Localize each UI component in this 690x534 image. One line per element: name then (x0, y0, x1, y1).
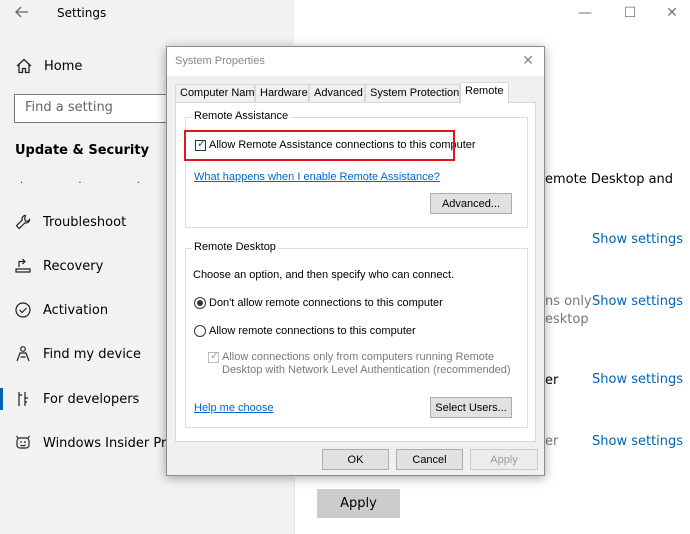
allow-remote-label[interactable]: Allow remote connections to this compute… (209, 325, 416, 337)
remote-desktop-instruction: Choose an option, and then specify who c… (193, 269, 455, 281)
help-me-choose-link[interactable]: Help me choose (194, 402, 274, 414)
show-settings-link-3[interactable]: Show settings (592, 372, 683, 387)
nav-item-windows-insider[interactable]: Windows Insider Prog (14, 432, 182, 454)
tab-system-protection[interactable]: System Protection (365, 84, 460, 103)
activation-check-icon (14, 301, 32, 319)
nav-item-label: Find my device (43, 346, 141, 362)
nav-item-find-my-device[interactable]: Find my device (14, 343, 141, 365)
nav-item-recovery[interactable]: Recovery (14, 255, 103, 277)
description-fragment-4: er (545, 434, 559, 449)
close-icon[interactable]: ✕ (664, 5, 680, 21)
show-settings-link-4[interactable]: Show settings (592, 434, 683, 449)
allow-remote-radio[interactable] (194, 325, 206, 337)
nav-item-label: Windows Insider Prog (43, 435, 183, 451)
insider-smiley-icon (14, 434, 32, 452)
tab-advanced[interactable]: Advanced (309, 84, 365, 103)
dialog-apply-button[interactable]: Apply (470, 449, 538, 470)
nav-home-label: Home (44, 58, 83, 74)
nav-item-troubleshoot[interactable]: Troubleshoot (14, 211, 126, 233)
nav-item-label: Troubleshoot (43, 214, 127, 230)
remote-desktop-group-title: Remote Desktop (192, 241, 278, 253)
truncated-nav-dots: · · · (20, 178, 166, 189)
nav-item-activation[interactable]: Activation (14, 299, 108, 321)
dialog-title: System Properties (175, 55, 265, 67)
main-divider (294, 478, 295, 534)
advanced-button[interactable]: Advanced... (430, 193, 512, 214)
description-fragment-2b: esktop (545, 312, 589, 327)
nav-home[interactable]: Home (15, 55, 82, 77)
nav-item-label: For developers (43, 391, 140, 407)
radio-selected-dot (197, 300, 203, 306)
system-properties-dialog: System Properties ✕ Computer Name Hardwa… (166, 46, 545, 476)
window-title: Settings (57, 6, 107, 20)
remote-assistance-help-link[interactable]: What happens when I enable Remote Assist… (194, 171, 440, 183)
tab-remote[interactable]: Remote (460, 82, 509, 104)
tab-computer-name[interactable]: Computer Name (175, 84, 261, 103)
minimize-icon[interactable]: — (577, 5, 593, 21)
recovery-icon (14, 257, 32, 275)
dont-allow-remote-label[interactable]: Don't allow remote connections to this c… (209, 297, 443, 309)
back-arrow-icon[interactable] (14, 4, 32, 22)
remote-desktop-description-fragment: emote Desktop and (545, 172, 674, 187)
nla-checkbox[interactable]: ✓ (208, 350, 220, 363)
section-title: Update & Security (15, 143, 150, 158)
tab-hardware[interactable]: Hardware (255, 84, 309, 103)
wrench-icon (14, 213, 32, 231)
nla-label-line1: Allow connections only from computers ru… (222, 351, 495, 363)
dont-allow-remote-radio[interactable] (194, 297, 206, 309)
show-settings-link-2[interactable]: Show settings (592, 294, 683, 309)
description-fragment-3: er (545, 373, 559, 388)
dialog-titlebar[interactable]: System Properties ✕ (167, 47, 544, 76)
select-users-button[interactable]: Select Users... (430, 397, 512, 418)
nav-item-label: Recovery (43, 258, 104, 274)
settings-apply-button[interactable]: Apply (317, 489, 400, 518)
active-nav-indicator (0, 388, 3, 410)
checkmark-icon: ✓ (210, 350, 220, 362)
remote-assistance-group-title: Remote Assistance (192, 110, 291, 122)
nav-item-for-developers[interactable]: For developers (14, 388, 139, 410)
developer-tools-icon (14, 390, 32, 408)
show-settings-link-1[interactable]: Show settings (592, 232, 683, 247)
highlight-box-annotation (184, 130, 455, 161)
maximize-icon[interactable]: ☐ (622, 5, 638, 21)
ok-button[interactable]: OK (322, 449, 389, 470)
dialog-close-icon[interactable]: ✕ (522, 52, 534, 69)
nla-label-line2: Desktop with Network Level Authenticatio… (222, 364, 511, 376)
find-device-person-icon (14, 345, 32, 363)
cancel-button[interactable]: Cancel (396, 449, 463, 470)
description-fragment-2a: ns only (545, 294, 592, 309)
nav-item-label: Activation (43, 302, 109, 318)
home-icon (15, 57, 33, 75)
